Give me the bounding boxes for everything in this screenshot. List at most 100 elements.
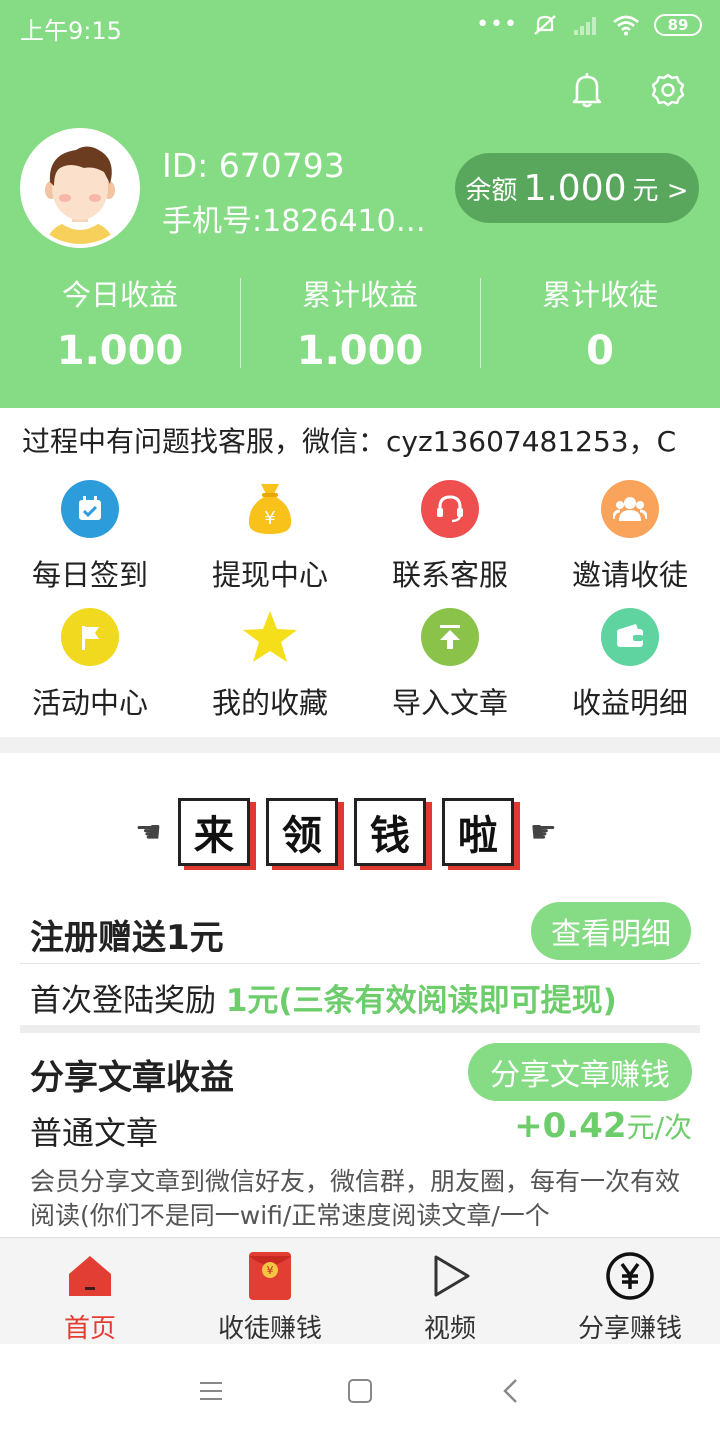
share-article-button[interactable]: 分享文章赚钱	[468, 1043, 692, 1101]
bottom-tab-bar: 首页 ¥ 收徒赚钱 视频 分享赚钱	[0, 1237, 720, 1344]
menu-label: 活动中心	[31, 686, 148, 720]
share-earnings-title: 分享文章收益	[30, 1058, 234, 1098]
banner-char: 领	[265, 798, 338, 866]
balance-value: 1.000	[523, 167, 627, 209]
register-desc-highlight: 1元(三条有效阅读即可提现)	[225, 983, 617, 1019]
status-bar: 上午9:15 ••• 89	[0, 0, 720, 52]
pointing-hand-icon: ☚	[135, 814, 162, 850]
menu-label: 每日签到	[31, 558, 148, 592]
status-time: 上午9:15	[20, 17, 122, 45]
users-icon	[601, 480, 659, 538]
money-bag-icon: ¥	[241, 480, 299, 538]
divider	[20, 963, 700, 964]
mute-icon	[534, 14, 556, 35]
avatar-face-icon	[24, 132, 136, 244]
article-type-label: 普通文章	[30, 1114, 159, 1152]
stat-label: 累计收益	[301, 278, 418, 312]
menu-item-withdraw-center[interactable]: ¥ 提现中心	[180, 480, 360, 608]
share-description: 会员分享文章到微信好友，微信群，朋友圈，每有一次有效阅读(你们不是同一wifi/…	[30, 1167, 681, 1230]
svg-text:¥: ¥	[264, 508, 275, 529]
menu-label: 我的收藏	[211, 686, 328, 720]
upload-icon	[421, 608, 479, 666]
earnings-stats: 今日收益 1.000 累计收益 1.000 累计收徒 0	[0, 270, 720, 380]
tab-home[interactable]: 首页	[0, 1238, 180, 1344]
balance-button[interactable]: 余额 1.000 元 >	[455, 153, 699, 223]
status-icons: ••• 89	[476, 12, 702, 37]
home-icon	[0, 1248, 180, 1304]
register-bonus-desc: 首次登陆奖励 1元(三条有效阅读即可提现)	[30, 975, 617, 1020]
header-actions	[570, 72, 686, 108]
section-divider	[0, 737, 720, 753]
register-bonus-title: 注册赠送1元	[30, 918, 224, 958]
menu-item-import-article[interactable]: 导入文章	[360, 608, 540, 736]
notice-text: 过程中有问题找客服，微信：cyz13607481253，C	[22, 425, 677, 458]
calendar-check-icon	[61, 480, 119, 538]
balance-unit: 元 >	[632, 175, 689, 206]
menu-label: 联系客服	[391, 558, 508, 592]
tab-label: 首页	[63, 1314, 116, 1344]
more-dots-icon: •••	[476, 12, 518, 37]
view-details-button[interactable]: 查看明细	[531, 902, 691, 960]
stat-label: 今日收益	[61, 278, 178, 312]
menu-label: 导入文章	[391, 686, 508, 720]
stat-total-apprentices: 累计收徒 0	[480, 270, 720, 380]
tab-label: 分享赚钱	[577, 1314, 682, 1344]
stat-total-earnings: 累计收益 1.000	[240, 270, 480, 380]
stat-today-earnings: 今日收益 1.000	[0, 270, 240, 380]
tab-video[interactable]: 视频	[360, 1238, 540, 1344]
signal-icon	[574, 16, 596, 35]
share-rate-value: +0.42	[514, 1106, 627, 1146]
menu-item-invite-apprentice[interactable]: 邀请收徒	[540, 480, 720, 608]
battery-indicator: 89	[654, 13, 702, 36]
menu-label: 邀请收徒	[571, 558, 688, 592]
headset-icon	[421, 480, 479, 538]
bell-icon[interactable]	[570, 72, 604, 108]
register-desc-prefix: 首次登陆奖励	[30, 983, 226, 1019]
tab-label: 视频	[423, 1314, 476, 1344]
promo-banner[interactable]: ☚ 来 领 钱 啦 ☛	[0, 770, 720, 890]
tab-share-earn[interactable]: 分享赚钱	[540, 1238, 720, 1344]
play-icon	[360, 1248, 540, 1304]
star-icon	[241, 608, 299, 666]
home-square-icon[interactable]	[347, 1378, 373, 1404]
avatar[interactable]	[20, 128, 140, 248]
menu-item-daily-checkin[interactable]: 每日签到	[0, 480, 180, 608]
back-icon[interactable]	[500, 1378, 522, 1404]
menu-item-activity-center[interactable]: 活动中心	[0, 608, 180, 736]
wifi-icon	[613, 15, 639, 35]
profile-header: 上午9:15 ••• 89 ID: 670793 手机号:18264105...	[0, 0, 720, 408]
section-divider	[20, 1025, 700, 1033]
user-id: ID: 670793	[162, 146, 345, 185]
menu-item-my-favorites[interactable]: 我的收藏	[180, 608, 360, 736]
feature-menu-grid: 每日签到 ¥ 提现中心 联系客服 邀请收徒 活动中心 我的收藏 导入文章 收益明…	[0, 480, 720, 736]
user-phone: 手机号:18264105...	[162, 204, 432, 239]
system-navigation-bar	[0, 1345, 720, 1440]
tab-recruit-earn[interactable]: ¥ 收徒赚钱	[180, 1238, 360, 1344]
banner-char: 来	[177, 798, 250, 866]
red-envelope-icon: ¥	[180, 1248, 360, 1304]
stat-label: 累计收徒	[541, 278, 658, 312]
wallet-icon	[601, 608, 659, 666]
stat-value: 0	[586, 328, 614, 374]
menu-row: 活动中心 我的收藏 导入文章 收益明细	[0, 608, 720, 736]
menu-item-earnings-detail[interactable]: 收益明细	[540, 608, 720, 736]
banner-char: 钱	[353, 798, 426, 866]
stat-value: 1.000	[296, 328, 424, 374]
banner-char: 啦	[441, 798, 514, 866]
stat-value: 1.000	[56, 328, 184, 374]
banner-content: ☚ 来 领 钱 啦 ☛	[135, 798, 557, 866]
menu-item-customer-service[interactable]: 联系客服	[360, 480, 540, 608]
menu-icon[interactable]	[198, 1378, 224, 1404]
menu-label: 提现中心	[211, 558, 328, 592]
settings-gear-icon[interactable]	[650, 72, 686, 108]
flag-icon	[61, 608, 119, 666]
notice-marquee: 过程中有问题找客服，微信：cyz13607481253，C	[0, 416, 720, 462]
menu-row: 每日签到 ¥ 提现中心 联系客服 邀请收徒	[0, 480, 720, 608]
share-rate: +0.42元/次	[514, 1106, 692, 1146]
tab-label: 收徒赚钱	[217, 1314, 322, 1344]
balance-label: 余额	[465, 175, 518, 206]
pointing-hand-icon: ☛	[529, 814, 557, 850]
svg-text:¥: ¥	[267, 1264, 274, 1277]
yuan-coin-icon	[540, 1248, 720, 1304]
menu-label: 收益明细	[571, 686, 688, 720]
